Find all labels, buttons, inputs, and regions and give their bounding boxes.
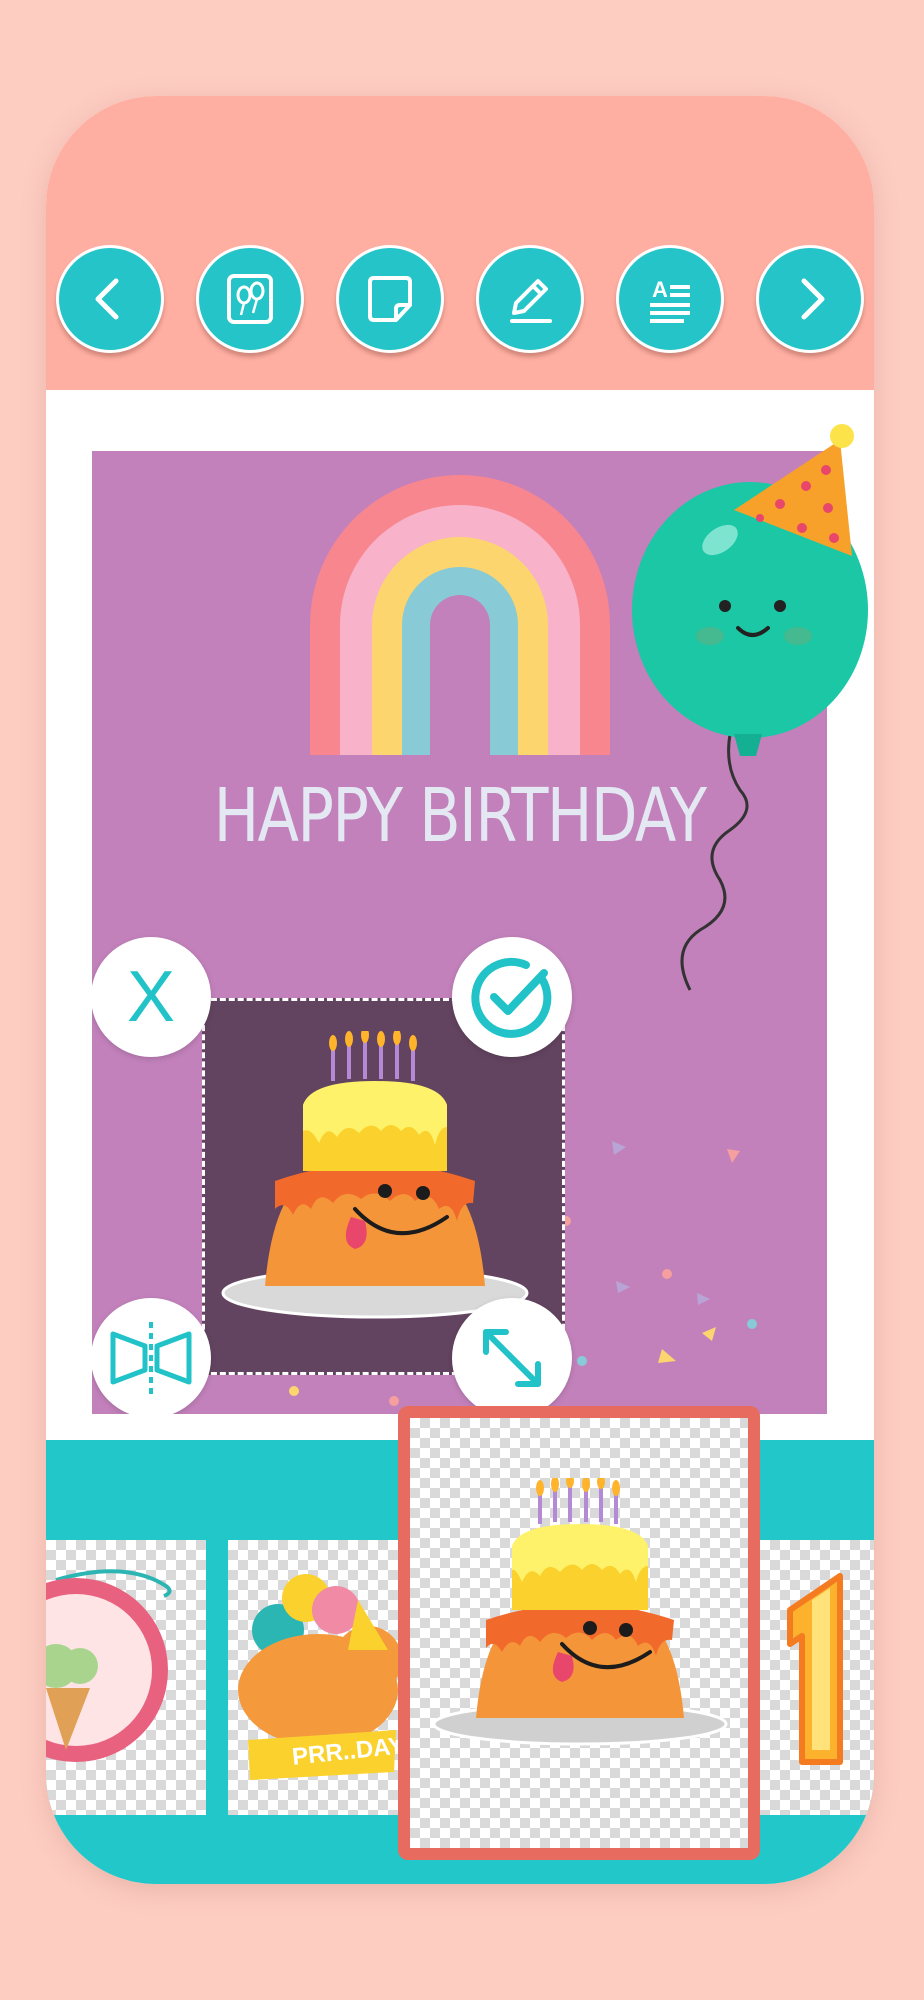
chevron-left-icon [95, 278, 119, 320]
flip-horizontal-icon [110, 1322, 192, 1394]
check-circle-icon [471, 957, 552, 1038]
draw-button[interactable] [476, 245, 584, 353]
next-button[interactable] [756, 245, 864, 353]
back-button[interactable] [56, 245, 164, 353]
balloon-sticker[interactable] [630, 410, 874, 1130]
sticky-note-icon [368, 276, 412, 322]
chevron-right-icon [801, 278, 825, 320]
pencil-icon [510, 279, 552, 323]
delete-sticker-button[interactable]: X [92, 937, 211, 1057]
sticker-picker: PRR..DAY [46, 1406, 874, 1884]
balloon-frame-icon [227, 274, 273, 324]
phone-frame: A HAPPY BIRTHDAY X PRR..DAY [46, 96, 874, 1884]
flip-sticker-button[interactable] [92, 1298, 211, 1414]
resize-arrows-icon [483, 1329, 541, 1387]
cat-party-graphic [238, 1574, 402, 1780]
number-one-sticker[interactable] [760, 1540, 874, 1815]
background-button[interactable] [196, 245, 304, 353]
cake-sticker-thumb[interactable] [398, 1406, 760, 1860]
cat-party-sticker[interactable]: PRR..DAY [228, 1540, 406, 1815]
toolbar: A [46, 96, 874, 390]
resize-sticker-button[interactable] [452, 1298, 572, 1414]
number-one-graphic [787, 1573, 843, 1765]
cake-thumb-graphic [432, 1478, 728, 1746]
ice-cream-badge-graphic [46, 1569, 172, 1762]
cake-sticker[interactable] [215, 1031, 535, 1321]
svg-text:A: A [652, 277, 668, 302]
text-format-icon: A [650, 277, 690, 323]
sticker-button[interactable] [336, 245, 444, 353]
rainbow-graphic [310, 475, 610, 755]
editor-canvas: HAPPY BIRTHDAY X [46, 390, 874, 1440]
text-button[interactable]: A [616, 245, 724, 353]
ice-cream-badge-sticker[interactable] [46, 1540, 206, 1815]
confirm-sticker-button[interactable] [452, 937, 572, 1057]
